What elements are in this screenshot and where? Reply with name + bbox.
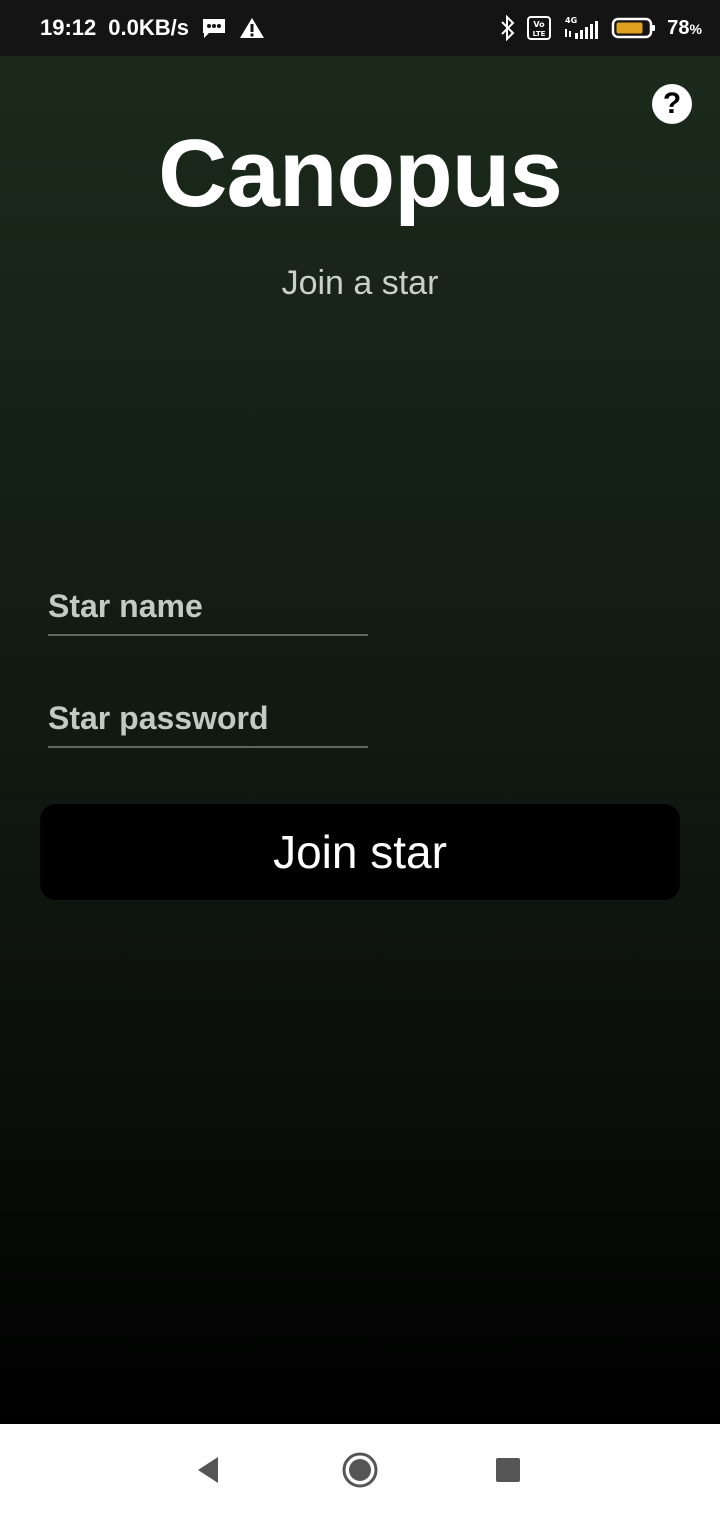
volte-icon: Vo LTE bbox=[527, 16, 552, 40]
app-content: ? Canopus Join a star Join star bbox=[0, 56, 720, 1424]
star-name-input[interactable] bbox=[48, 578, 368, 634]
battery-percent: 78% bbox=[667, 16, 702, 39]
recents-button[interactable] bbox=[484, 1448, 532, 1496]
join-star-label: Join star bbox=[273, 826, 447, 878]
back-icon bbox=[194, 1455, 222, 1490]
app-title: Canopus bbox=[158, 120, 563, 227]
home-button[interactable] bbox=[336, 1448, 384, 1496]
join-star-button[interactable]: Join star bbox=[40, 804, 680, 900]
star-password-input[interactable] bbox=[48, 690, 368, 746]
svg-text:LTE: LTE bbox=[533, 30, 546, 38]
status-time: 19:12 bbox=[40, 15, 97, 40]
status-bar: 19:12 0.0KB/s Vo LTE 4G 78% bbox=[0, 0, 720, 56]
svg-text:4G: 4G bbox=[565, 16, 577, 25]
recents-icon bbox=[494, 1456, 522, 1489]
home-icon bbox=[340, 1450, 380, 1495]
status-right: Vo LTE 4G 78% bbox=[499, 0, 702, 56]
message-icon bbox=[201, 17, 227, 39]
svg-text:Vo: Vo bbox=[534, 20, 546, 29]
warning-icon bbox=[239, 17, 265, 39]
star-name-field-container bbox=[48, 578, 368, 636]
bluetooth-icon bbox=[499, 15, 517, 41]
page-subtitle: Join a star bbox=[281, 264, 439, 302]
battery-icon bbox=[611, 16, 657, 40]
signal-icon: 4G bbox=[561, 15, 601, 41]
star-password-field-container bbox=[48, 690, 368, 748]
screen: 19:12 0.0KB/s Vo LTE 4G 78% ? Canopus Jo… bbox=[0, 0, 720, 1520]
navigation-bar bbox=[0, 1424, 720, 1520]
back-button[interactable] bbox=[184, 1448, 232, 1496]
status-left: 19:12 0.0KB/s bbox=[40, 0, 265, 56]
network-speed: 0.0KB/s bbox=[108, 15, 189, 40]
